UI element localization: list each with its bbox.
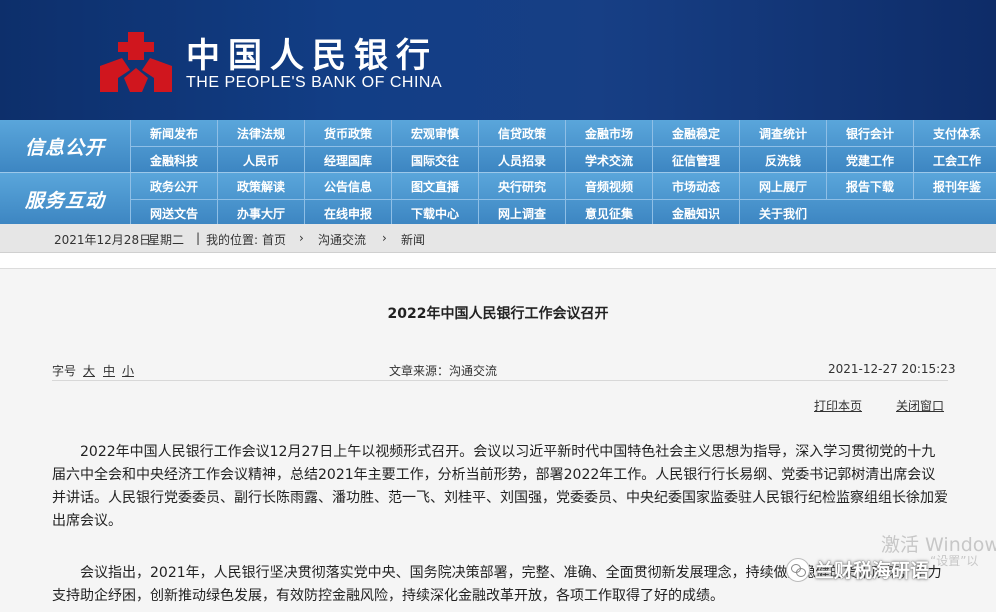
nav-item[interactable]: 国际交往 <box>391 147 478 173</box>
breadcrumb-link-communication[interactable]: 沟通交流 <box>318 231 366 248</box>
nav-item[interactable]: 学术交流 <box>565 147 652 173</box>
close-window-link[interactable]: 关闭窗口 <box>896 397 944 414</box>
nav-item[interactable]: 政策解读 <box>217 173 304 199</box>
font-size-medium-link[interactable]: 中 <box>103 364 115 378</box>
nav-item[interactable]: 金融稳定 <box>652 120 739 146</box>
nav-item[interactable]: 工会工作 <box>913 147 996 173</box>
site-header: 中国人民银行 THE PEOPLE'S BANK OF CHINA <box>0 0 996 120</box>
location-label: 我的位置: <box>206 233 259 247</box>
wechat-watermark: 兰财税海研语 <box>786 556 929 583</box>
nav-item[interactable]: 银行会计 <box>826 120 913 146</box>
current-weekday: 星期二 <box>148 233 185 247</box>
nav-row: 网送文告 办事大厅 在线申报 下载中心 网上调查 意见征集 金融知识 关于我们 <box>130 199 996 226</box>
nav-section-service: 服务互动 政务公开 政策解读 公告信息 图文直播 央行研究 音频视频 市场动态 … <box>0 172 996 226</box>
nav-grid-service: 政务公开 政策解读 公告信息 图文直播 央行研究 音频视频 市场动态 网上展厅 … <box>130 173 996 226</box>
nav-item[interactable]: 金融知识 <box>652 200 739 226</box>
nav-item[interactable]: 关于我们 <box>739 200 826 226</box>
nav-category-info[interactable]: 信息公开 <box>0 120 130 172</box>
nav-row: 新闻发布 法律法规 货币政策 宏观审慎 信贷政策 金融市场 金融稳定 调查统计 … <box>130 120 996 146</box>
breadcrumb-home-link[interactable]: 首页 <box>262 231 286 248</box>
breadcrumb-link-news[interactable]: 新闻 <box>401 231 425 248</box>
windows-activation-subtext: “设置”以 <box>930 554 979 568</box>
nav-item[interactable]: 党建工作 <box>826 147 913 173</box>
pboc-emblem-icon <box>100 32 172 92</box>
nav-section-info: 信息公开 新闻发布 法律法规 货币政策 宏观审慎 信贷政策 金融市场 金融稳定 … <box>0 120 996 173</box>
nav-item[interactable]: 公告信息 <box>304 173 391 199</box>
nav-item[interactable]: 下载中心 <box>391 200 478 226</box>
font-size-label: 字号 <box>52 364 77 378</box>
nav-item[interactable]: 意见征集 <box>565 200 652 226</box>
font-size-small-link[interactable]: 小 <box>122 364 134 378</box>
logo-chinese-name: 中国人民银行 <box>186 36 438 76</box>
article-datetime: 2021-12-27 20:15:23 <box>828 362 956 376</box>
nav-item[interactable]: 在线申报 <box>304 200 391 226</box>
nav-item[interactable]: 支付体系 <box>913 120 996 146</box>
nav-item[interactable]: 征信管理 <box>652 147 739 173</box>
nav-item[interactable]: 金融科技 <box>130 147 217 173</box>
wechat-account-name: 兰财税海研语 <box>815 560 930 582</box>
nav-row: 政务公开 政策解读 公告信息 图文直播 央行研究 音频视频 市场动态 网上展厅 … <box>130 173 996 199</box>
nav-item[interactable]: 法律法规 <box>217 120 304 146</box>
print-page-link[interactable]: 打印本页 <box>814 397 862 414</box>
nav-item[interactable]: 反洗钱 <box>739 147 826 173</box>
article-paragraph: 2022年中国人民银行工作会议12月27日上午以视频形式召开。会议以习近平新时代… <box>52 444 948 529</box>
breadcrumb-arrow-icon: › <box>299 231 304 245</box>
nav-item[interactable]: 宏观审慎 <box>391 120 478 146</box>
nav-item[interactable]: 图文直播 <box>391 173 478 199</box>
nav-category-service[interactable]: 服务互动 <box>0 173 130 225</box>
main-navigation: 信息公开 新闻发布 法律法规 货币政策 宏观审慎 信贷政策 金融市场 金融稳定 … <box>0 120 996 226</box>
breadcrumb-arrow-icon: › <box>382 231 387 245</box>
breadcrumb: 2021年12月28日 星期二 | 我的位置: 首页 › 沟通交流 › 新闻 <box>0 224 996 253</box>
nav-item[interactable]: 金融市场 <box>565 120 652 146</box>
wechat-icon <box>786 557 810 582</box>
breadcrumb-separator: | <box>196 231 201 245</box>
nav-item[interactable]: 人民币 <box>217 147 304 173</box>
article-title: 2022年中国人民银行工作会议召开 <box>387 306 609 322</box>
nav-item[interactable]: 货币政策 <box>304 120 391 146</box>
nav-item[interactable]: 市场动态 <box>652 173 739 199</box>
logo-english-name: THE PEOPLE'S BANK OF CHINA <box>186 74 443 91</box>
nav-item[interactable]: 网送文告 <box>130 200 217 226</box>
nav-item[interactable]: 网上展厅 <box>739 173 826 199</box>
nav-item[interactable]: 调查统计 <box>739 120 826 146</box>
nav-item[interactable]: 人员招录 <box>478 147 565 173</box>
article-meta: 字号 大 中 小 文章来源：沟通交流 2021-12-27 20:15:23 <box>52 360 955 381</box>
current-date: 2021年12月28日 <box>54 233 152 247</box>
nav-item[interactable]: 报告下载 <box>826 173 913 199</box>
nav-item[interactable]: 央行研究 <box>478 173 565 199</box>
nav-item[interactable]: 政务公开 <box>130 173 217 199</box>
font-size-large-link[interactable]: 大 <box>83 364 95 378</box>
nav-item[interactable]: 信贷政策 <box>478 120 565 146</box>
nav-item[interactable]: 经理国库 <box>304 147 391 173</box>
article-source: 文章来源：沟通交流 <box>389 364 498 378</box>
nav-item[interactable]: 办事大厅 <box>217 200 304 226</box>
nav-grid-info: 新闻发布 法律法规 货币政策 宏观审慎 信贷政策 金融市场 金融稳定 调查统计 … <box>130 120 996 173</box>
nav-item[interactable]: 音频视频 <box>565 173 652 199</box>
nav-row: 金融科技 人民币 经理国库 国际交往 人员招录 学术交流 征信管理 反洗钱 党建… <box>130 146 996 173</box>
nav-item[interactable]: 报刊年鉴 <box>913 173 996 199</box>
nav-item[interactable]: 网上调查 <box>478 200 565 226</box>
nav-item[interactable]: 新闻发布 <box>130 120 217 146</box>
